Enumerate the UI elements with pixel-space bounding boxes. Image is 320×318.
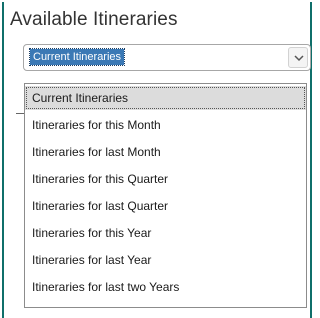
panel-title: Available Itineraries [10, 9, 178, 30]
option-this-year[interactable]: Itineraries for this Year [25, 221, 306, 245]
option-this-month[interactable]: Itineraries for this Month [25, 113, 306, 137]
panel-divider-tick [16, 113, 24, 114]
itinerary-options-list[interactable]: Current Itineraries Itineraries for this… [24, 83, 307, 308]
option-last-two-years[interactable]: Itineraries for last two Years [25, 275, 306, 299]
itinerary-filter-select[interactable]: Current Itineraries [23, 44, 311, 71]
option-last-year[interactable]: Itineraries for last Year [25, 248, 306, 272]
dropdown-arrow-button[interactable] [288, 47, 308, 68]
select-current-value: Current Itineraries [28, 48, 126, 66]
option-current-itineraries[interactable]: Current Itineraries [25, 86, 306, 110]
chevron-down-icon [294, 55, 304, 62]
option-last-month[interactable]: Itineraries for last Month [25, 140, 306, 164]
option-last-quarter[interactable]: Itineraries for last Quarter [25, 194, 306, 218]
option-this-quarter[interactable]: Itineraries for this Quarter [25, 167, 306, 191]
